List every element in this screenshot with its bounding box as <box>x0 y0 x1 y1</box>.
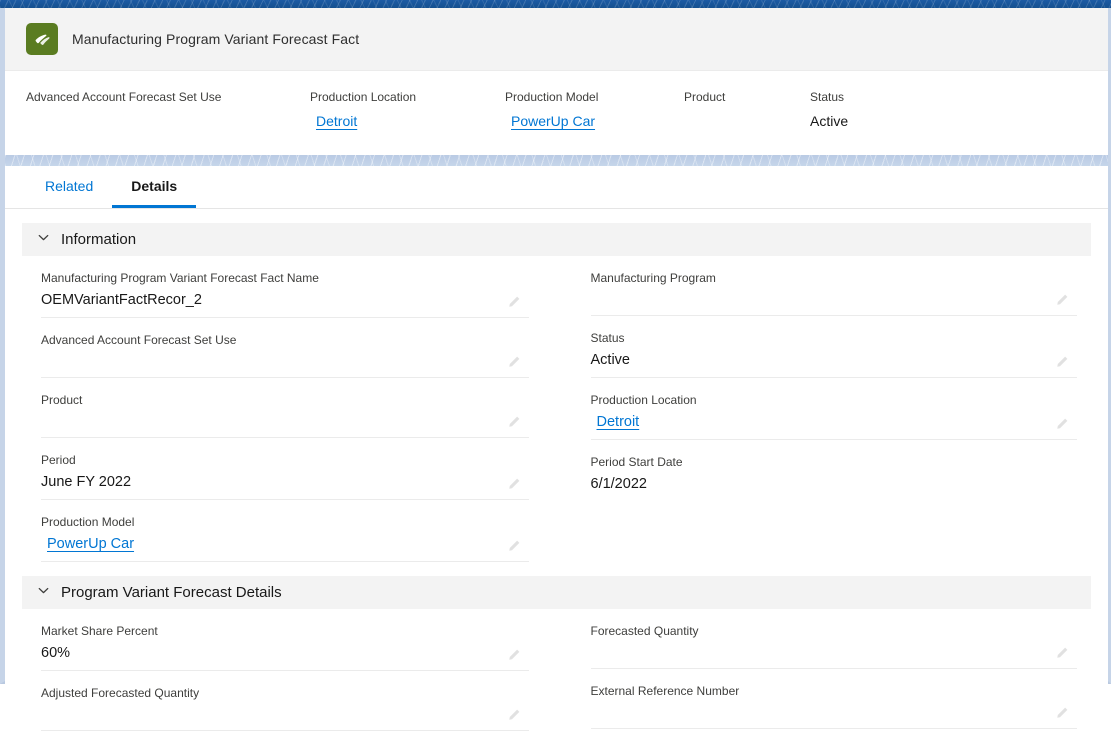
field-label: Production Model <box>41 515 135 529</box>
field-value <box>591 700 1078 722</box>
field-row-production-location: Production Location Detroit <box>590 378 1078 440</box>
edit-pencil-icon[interactable] <box>507 415 521 429</box>
highlights-panel: Manufacturing Program Variant Forecast F… <box>5 8 1108 155</box>
forecast-details-left-column: Market Share Percent 60% Adjusted Foreca… <box>22 609 557 731</box>
details-card: Related Details Information Manufacturin… <box>5 166 1108 731</box>
field-row-forecasted-quantity: Forecasted Quantity <box>590 609 1078 669</box>
field-label: Period Start Date <box>590 455 683 469</box>
record-page: Manufacturing Program Variant Forecast F… <box>0 8 1111 731</box>
edit-pencil-icon[interactable] <box>1055 293 1069 307</box>
field-label: Market Share Percent <box>41 624 158 638</box>
field-label: Forecasted Quantity <box>590 624 699 638</box>
field-row-status: Status Active <box>590 316 1077 378</box>
field-row-record-name: Manufacturing Program Variant Forecast F… <box>41 256 529 318</box>
highlight-field-advanced-account-forecast-set-use: Advanced Account Forecast Set Use <box>26 89 310 131</box>
tab-label: Details <box>131 177 178 194</box>
highlight-field-product: Product <box>684 89 810 131</box>
record-header: Manufacturing Program Variant Forecast F… <box>5 8 1108 71</box>
field-value: OEMVariantFactRecor_2 <box>41 292 202 308</box>
highlight-field-production-location: Production Location Detroit <box>310 89 505 131</box>
global-header-bar <box>0 0 1111 8</box>
field-row-period-start-date: Period Start Date 6/1/2022 <box>591 440 1078 502</box>
record-tabs: Related Details <box>5 166 1108 209</box>
field-row-market-share-percent: Market Share Percent 60% <box>41 609 529 671</box>
tab-details[interactable]: Details <box>112 166 197 208</box>
field-value <box>591 287 1078 309</box>
edit-pencil-icon[interactable] <box>1055 706 1069 720</box>
forecast-details-fields: Market Share Percent 60% Adjusted Foreca… <box>5 609 1108 731</box>
highlight-value: PowerUp Car <box>505 111 684 131</box>
field-row-period: Period June FY 2022 <box>41 438 529 500</box>
field-value: Detroit <box>591 409 1078 433</box>
edit-pencil-icon[interactable] <box>507 477 521 491</box>
forecast-details-right-column: Forecasted Quantity External Reference N… <box>557 609 1092 731</box>
field-value: 6/1/2022 <box>590 476 647 492</box>
field-row-production-model: Production Model PowerUp Car <box>41 500 529 562</box>
section-header-program-variant-forecast-details[interactable]: Program Variant Forecast Details <box>22 576 1091 609</box>
highlight-value <box>684 111 810 131</box>
production-location-link[interactable]: Detroit <box>316 113 357 129</box>
field-row-advanced-account-forecast-set-use: Advanced Account Forecast Set Use <box>41 318 529 378</box>
edit-pencil-icon[interactable] <box>507 708 521 722</box>
highlight-value: Detroit <box>310 111 505 131</box>
section-title: Program Variant Forecast Details <box>61 584 282 601</box>
highlight-label: Status <box>810 90 845 104</box>
edit-pencil-icon[interactable] <box>507 295 521 309</box>
field-label: Product <box>41 393 83 407</box>
field-value <box>41 349 529 371</box>
section-header-information[interactable]: Information <box>22 223 1091 256</box>
field-value: PowerUp Car <box>41 531 529 555</box>
highlight-label: Product <box>684 90 726 104</box>
field-label: Production Location <box>590 393 697 407</box>
edit-pencil-icon[interactable] <box>1055 355 1069 369</box>
tab-related[interactable]: Related <box>26 166 112 208</box>
field-value <box>41 409 529 431</box>
edit-pencil-icon[interactable] <box>507 355 521 369</box>
field-row-product: Product <box>41 378 529 438</box>
edit-pencil-icon[interactable] <box>1055 417 1069 431</box>
tab-label: Related <box>45 177 94 194</box>
information-fields: Manufacturing Program Variant Forecast F… <box>5 256 1108 562</box>
field-row-external-reference-number: External Reference Number <box>590 669 1078 729</box>
information-right-column: Manufacturing Program Status Active Prod… <box>557 256 1092 562</box>
highlight-label: Production Location <box>310 90 417 104</box>
information-left-column: Manufacturing Program Variant Forecast F… <box>22 256 557 562</box>
production-model-link[interactable]: PowerUp Car <box>47 536 134 552</box>
field-label: Adjusted Forecasted Quantity <box>41 686 200 700</box>
highlight-label: Production Model <box>505 90 599 104</box>
field-label: Manufacturing Program <box>590 271 716 285</box>
chevron-down-icon <box>37 231 50 249</box>
section-title: Information <box>61 231 137 248</box>
field-label: Manufacturing Program Variant Forecast F… <box>41 271 319 285</box>
edit-pencil-icon[interactable] <box>507 648 521 662</box>
page-title: Manufacturing Program Variant Forecast F… <box>72 31 360 47</box>
status-badge: Active <box>810 113 849 129</box>
field-label: Period <box>41 453 76 467</box>
highlights-fields: Advanced Account Forecast Set Use Produc… <box>5 71 1108 131</box>
highlight-value <box>26 111 310 131</box>
production-location-link[interactable]: Detroit <box>597 414 640 430</box>
field-label: Advanced Account Forecast Set Use <box>41 333 237 347</box>
edit-pencil-icon[interactable] <box>507 539 521 553</box>
highlight-field-production-model: Production Model PowerUp Car <box>505 89 684 131</box>
highlight-field-status: Status Active <box>810 89 990 131</box>
manufacturing-program-icon <box>26 23 58 55</box>
field-value: 60% <box>41 645 71 661</box>
field-value <box>591 640 1078 662</box>
field-row-manufacturing-program: Manufacturing Program <box>590 256 1078 316</box>
highlight-label: Advanced Account Forecast Set Use <box>26 90 222 104</box>
chevron-down-icon <box>37 584 50 602</box>
field-row-adjusted-forecasted-quantity: Adjusted Forecasted Quantity <box>41 671 529 731</box>
field-value <box>41 702 529 724</box>
field-label: Status <box>590 331 625 345</box>
edit-pencil-icon[interactable] <box>1055 646 1069 660</box>
field-value: June FY 2022 <box>41 474 132 490</box>
field-value: Active <box>590 352 631 368</box>
production-model-link[interactable]: PowerUp Car <box>511 113 595 129</box>
panel-separator <box>5 155 1108 166</box>
field-label: External Reference Number <box>590 684 740 698</box>
